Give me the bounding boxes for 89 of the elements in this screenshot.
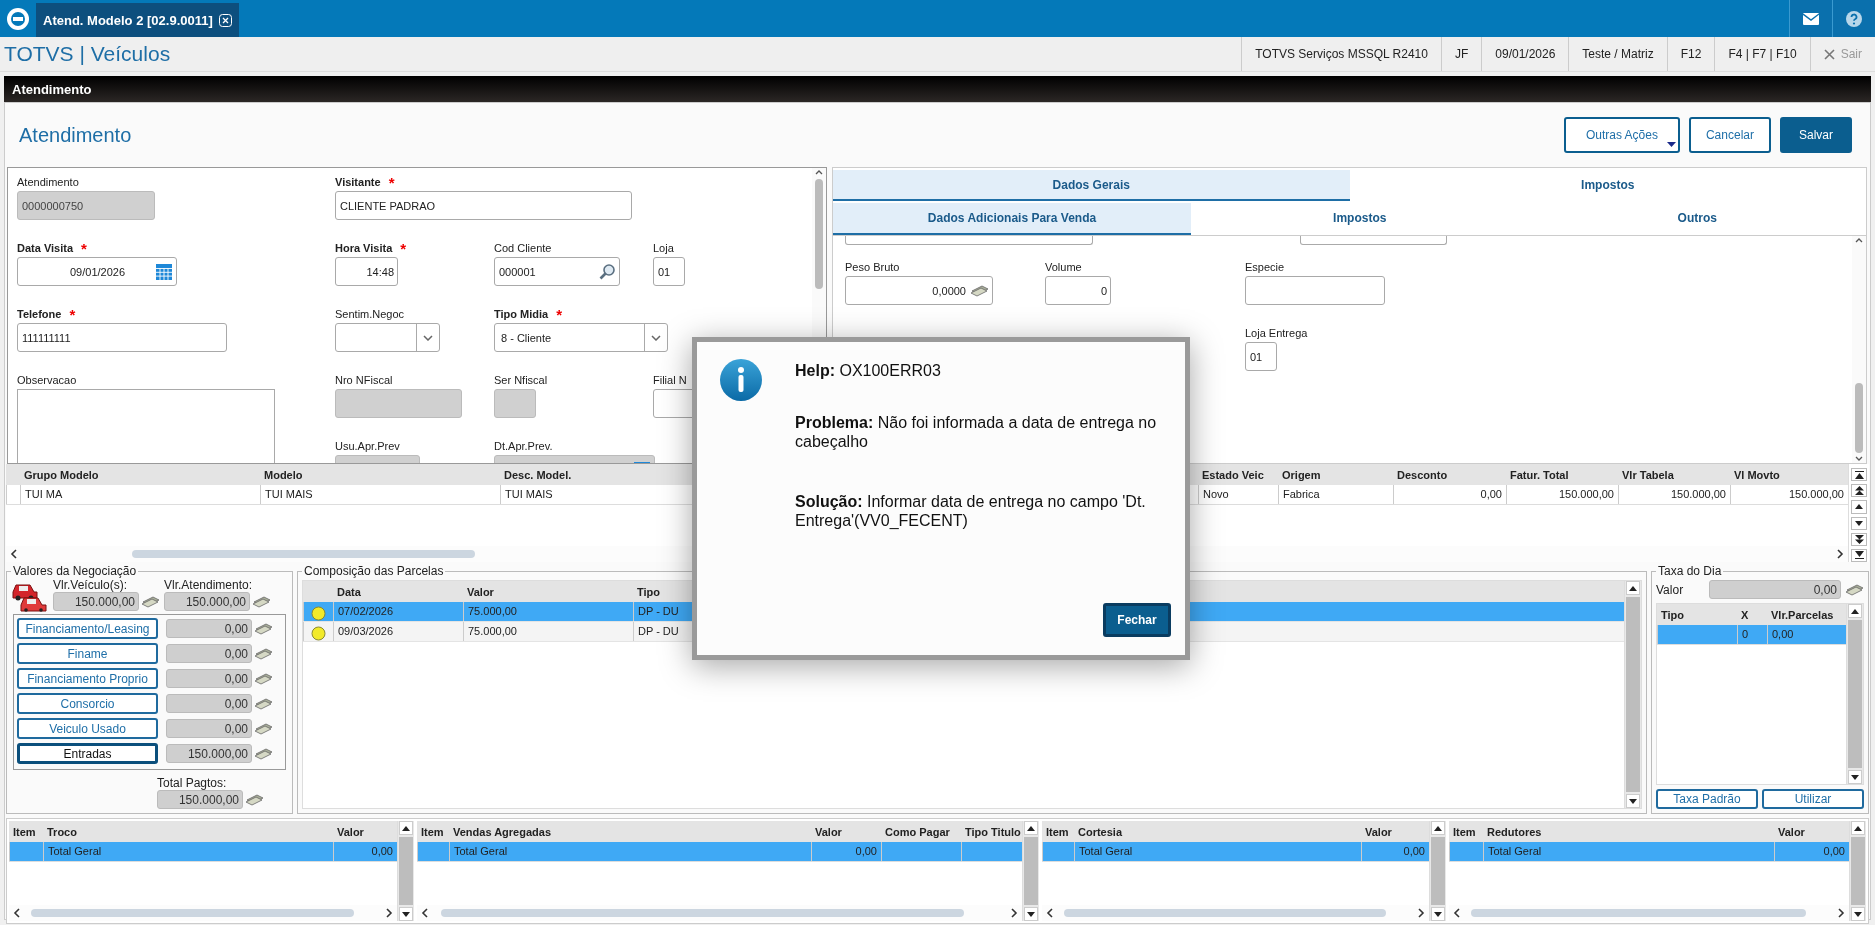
table-cell: Total Geral	[43, 842, 333, 861]
required-mark: *	[556, 308, 563, 321]
table-cell: 0,00	[811, 842, 881, 861]
table-cell: 07/02/2026	[333, 602, 463, 621]
table-cell: TUI MAIS	[260, 485, 500, 504]
column-header: Desconto	[1396, 468, 1449, 481]
table-cell: 0,00	[1393, 485, 1506, 504]
table-cell: 150.000,00	[1506, 485, 1618, 504]
table-cell: Novo	[1198, 485, 1278, 504]
page-title: Atendimento	[19, 123, 133, 147]
field-label: Valor	[1656, 582, 1684, 597]
column-header: Tipo	[636, 585, 661, 598]
column-header: Item	[12, 825, 37, 838]
status-item: TOTVS Serviços MSSQL R2410	[1241, 37, 1441, 71]
field-label: Telefone	[17, 308, 62, 321]
column-header: Origem	[1281, 468, 1322, 481]
column-header: Item	[1045, 825, 1070, 838]
status-item: F4 | F7 | F10	[1714, 37, 1810, 71]
table-cell: Fabrica	[1278, 485, 1393, 504]
status-item: F12	[1666, 37, 1715, 71]
table-cell: 0	[1737, 625, 1767, 644]
required-mark: *	[400, 242, 407, 255]
group-title: Taxa do Dia	[1657, 564, 1723, 578]
column-header: Redutores	[1486, 825, 1543, 838]
field-label: Loja Entrega	[1245, 327, 1308, 340]
field-label: Vlr.Veículo(s):	[53, 578, 128, 592]
column-header: Fatur. Total	[1509, 468, 1570, 481]
field-label: Visitante	[335, 176, 381, 189]
column-header: Data	[336, 585, 362, 598]
table-cell: Total Geral	[1074, 842, 1361, 861]
column-header: Item	[420, 825, 445, 838]
field-label: Loja	[653, 242, 674, 255]
column-header: Cortesia	[1077, 825, 1124, 838]
required-mark: *	[388, 176, 395, 189]
group-title: Valores da Negociação	[12, 564, 138, 578]
table-cell: 75.000,00	[463, 622, 633, 641]
column-header: Vlr.Parcelas	[1770, 608, 1835, 621]
required-mark: *	[69, 308, 76, 321]
section-header: Atendimento	[4, 76, 1871, 102]
column-header: Vlr Tabela	[1621, 468, 1675, 481]
status-item: Teste / Matriz	[1568, 37, 1667, 71]
field-label: Observacao	[17, 374, 77, 387]
field-label: Volume	[1045, 261, 1082, 274]
field-label: Cod Cliente	[494, 242, 552, 255]
table-cell: 150.000,00	[1730, 485, 1848, 504]
dialog-heading: Help: OX100ERR03	[795, 362, 942, 380]
field-label: Especie	[1245, 261, 1285, 274]
field-label: Hora Visita	[335, 242, 393, 255]
column-header: Desc. Model.	[503, 468, 573, 481]
column-header: X	[1740, 608, 1750, 621]
app-title: TOTVS | Veículos	[3, 41, 172, 67]
problem-text: Problema: Não foi informada a data de entrega no cabeçalho	[795, 413, 1158, 451]
column-header: Estado Veic	[1201, 468, 1265, 481]
column-header: Vendas Agregadas	[452, 825, 553, 838]
status-item: 09/01/2026	[1481, 37, 1569, 71]
table-cell: 75.000,00	[463, 602, 633, 621]
field-label: Tipo Midia	[494, 308, 549, 321]
required-mark: *	[81, 242, 87, 255]
column-header: Valor	[814, 825, 843, 838]
column-header: Como Pagar	[884, 825, 951, 838]
field-label: Atendimento	[17, 176, 79, 189]
field-label: Sentim.Negoc	[335, 308, 405, 321]
table-cell: 09/03/2026	[333, 622, 463, 641]
table-cell: 150.000,00	[1618, 485, 1730, 504]
table-cell: Total Geral	[449, 842, 811, 861]
field-label: Total Pagtos:	[157, 776, 227, 790]
column-header: Valor	[1777, 825, 1806, 838]
field-label: Filial N	[653, 374, 687, 387]
table-cell: Total Geral	[1483, 842, 1774, 861]
column-header: Troco	[46, 825, 78, 838]
field-label: Nro NFiscal	[335, 374, 393, 387]
column-header: Tipo Titulo	[964, 825, 1022, 838]
column-header: Modelo	[263, 468, 304, 481]
table-cell: TUI MA	[20, 485, 260, 504]
field-label: Peso Bruto	[845, 261, 900, 274]
field-label: Data Visita	[17, 242, 74, 255]
column-header: Valor	[1364, 825, 1393, 838]
column-header: Valor	[336, 825, 365, 838]
group-title: Composição das Parcelas	[303, 564, 445, 578]
field-label: Ser Nfiscal	[494, 374, 548, 387]
field-label: Usu.Apr.Prev	[335, 440, 400, 453]
column-header: Grupo Modelo	[23, 468, 100, 481]
status-item: JF	[1440, 37, 1482, 71]
column-header: Valor	[466, 585, 495, 598]
column-header: Tipo	[1660, 608, 1685, 621]
column-header: Item	[1452, 825, 1477, 838]
field-label: Vlr.Atendimento:	[164, 578, 253, 592]
field-label: Dt.Apr.Prev.	[494, 440, 553, 453]
column-header: Vl Movto	[1733, 468, 1781, 481]
